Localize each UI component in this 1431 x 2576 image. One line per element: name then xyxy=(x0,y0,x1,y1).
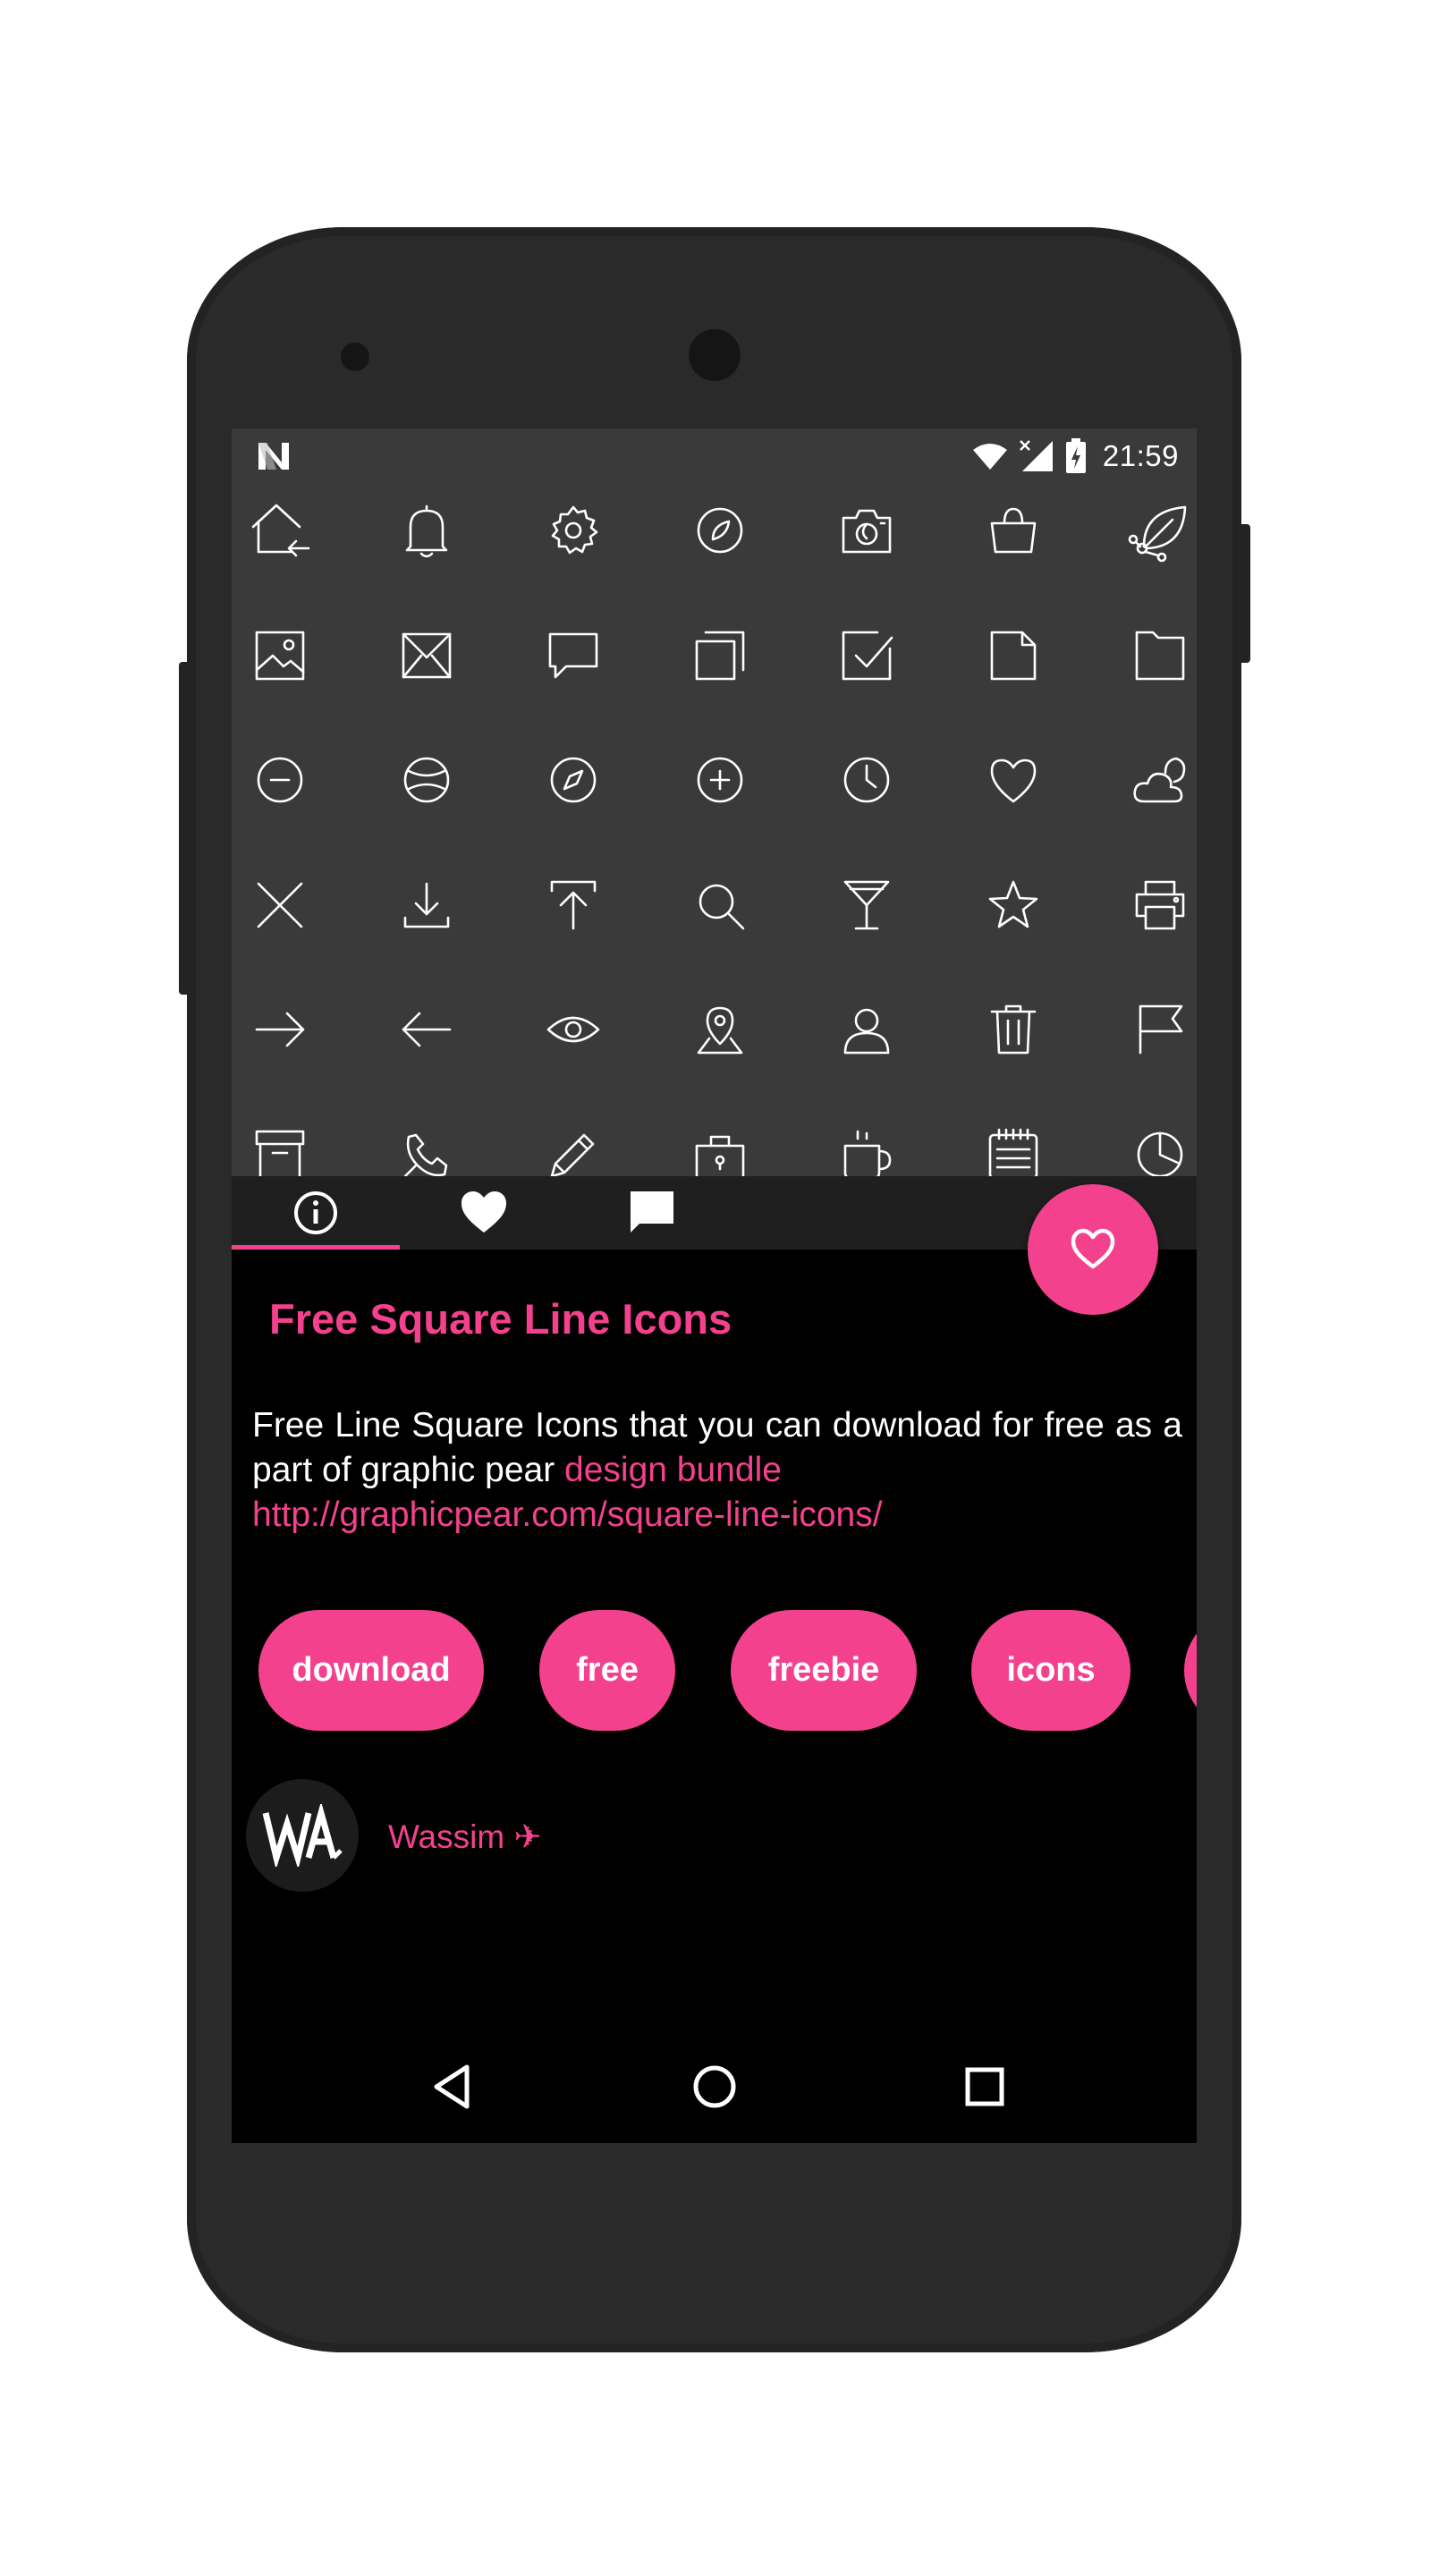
source-url-link[interactable]: http://graphicpear.com/square-line-icons… xyxy=(252,1496,883,1534)
description: Free Line Square Icons that you can down… xyxy=(252,1403,1182,1538)
tag-icons[interactable]: icons xyxy=(971,1610,1130,1731)
flag-icon xyxy=(1126,996,1194,1063)
checkbox-icon xyxy=(833,622,901,690)
star-icon xyxy=(979,871,1047,939)
tag-download[interactable]: download xyxy=(258,1610,484,1731)
cocktail-icon xyxy=(833,871,901,939)
pie-chart-icon xyxy=(1126,1121,1194,1176)
map-pin-icon xyxy=(686,996,754,1063)
tag-freebie[interactable]: freebie xyxy=(731,1610,917,1731)
leaf-share-icon xyxy=(1126,496,1194,564)
phone-icon xyxy=(393,1121,461,1176)
download-icon xyxy=(393,871,461,939)
navigation-bar xyxy=(232,2034,1197,2143)
weather-icon xyxy=(1126,746,1194,814)
compass-circle-icon xyxy=(686,496,754,564)
signal-icon xyxy=(1020,440,1053,471)
tab-comments[interactable] xyxy=(568,1176,736,1250)
recents-square-icon xyxy=(965,2067,1004,2106)
compass-icon xyxy=(539,746,607,814)
tab-likes[interactable] xyxy=(400,1176,568,1250)
favorite-fab[interactable] xyxy=(1028,1184,1158,1315)
calendar-note-icon xyxy=(979,1121,1047,1176)
status-icons: 21:59 xyxy=(972,437,1179,475)
tag-free[interactable]: free xyxy=(539,1610,675,1731)
heart-filled-icon xyxy=(461,1191,506,1233)
coffee-mug-icon xyxy=(833,1121,901,1176)
design-bundle-link[interactable]: design bundle xyxy=(564,1451,782,1489)
archive-icon xyxy=(246,1121,314,1176)
bell-icon xyxy=(393,496,461,564)
back-button[interactable] xyxy=(421,2055,484,2118)
home-circle-icon xyxy=(693,2065,736,2108)
recents-button[interactable] xyxy=(953,2055,1016,2118)
status-time: 21:59 xyxy=(1102,439,1179,472)
search-icon xyxy=(686,871,754,939)
minus-circle-icon xyxy=(246,746,314,814)
wifi-icon xyxy=(972,444,1007,470)
status-bar: 21:59 xyxy=(232,428,1197,484)
image-icon xyxy=(246,622,314,690)
arrow-right-icon xyxy=(246,996,314,1063)
author-name[interactable]: Wassim ✈ xyxy=(388,1818,541,1856)
back-triangle-icon xyxy=(434,2064,470,2109)
arrow-left-icon xyxy=(393,996,461,1063)
tab-info[interactable] xyxy=(232,1176,400,1250)
active-tab-indicator xyxy=(232,1245,400,1250)
author-logo xyxy=(262,1804,343,1867)
icon-preview-grid[interactable] xyxy=(232,484,1197,1176)
copy-icon xyxy=(686,622,754,690)
trash-icon xyxy=(979,996,1047,1063)
folder-icon xyxy=(1126,622,1194,690)
page-title: Free Square Line Icons xyxy=(269,1295,732,1343)
phone-screen: 21:59 Free Square Line Icons Free Line S… xyxy=(232,428,1197,2143)
document-icon xyxy=(979,622,1047,690)
user-icon xyxy=(833,996,901,1063)
printer-icon xyxy=(1126,871,1194,939)
pencil-icon xyxy=(539,1121,607,1176)
home-button[interactable] xyxy=(683,2055,746,2118)
chat-bubble-icon xyxy=(539,622,607,690)
comment-icon xyxy=(631,1191,673,1233)
camera-icon xyxy=(833,496,901,564)
ball-icon xyxy=(393,746,461,814)
eye-icon xyxy=(539,996,607,1063)
sensor-dot xyxy=(341,343,369,371)
shopping-bag-icon xyxy=(979,496,1047,564)
envelope-icon xyxy=(393,622,461,690)
lock-bag-icon xyxy=(686,1121,754,1176)
gear-icon xyxy=(539,496,607,564)
avatar[interactable] xyxy=(246,1779,359,1892)
heart-icon xyxy=(979,746,1047,814)
tag-list: download free freebie icons xyxy=(258,1610,1197,1731)
info-icon xyxy=(294,1191,337,1234)
front-camera xyxy=(689,329,741,381)
tag-more[interactable] xyxy=(1184,1610,1197,1731)
upload-icon xyxy=(539,871,607,939)
home-return-icon xyxy=(246,496,314,564)
battery-charging-icon xyxy=(1065,438,1086,473)
plus-circle-icon xyxy=(686,746,754,814)
notification-n-icon xyxy=(258,443,289,470)
heart-outline-icon xyxy=(1071,1228,1115,1269)
clock-icon xyxy=(833,746,901,814)
close-icon xyxy=(246,871,314,939)
